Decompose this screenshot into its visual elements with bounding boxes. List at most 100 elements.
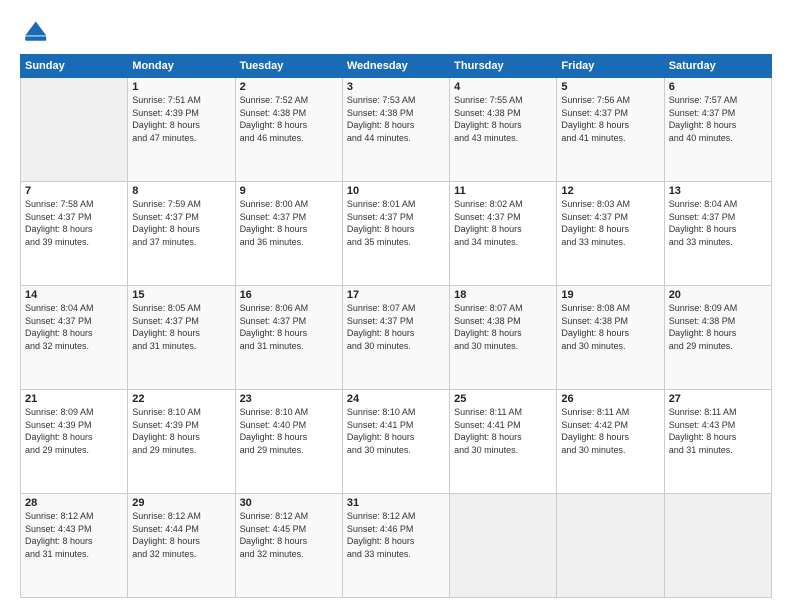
day-number: 22 [132, 393, 230, 405]
day-info: Sunrise: 8:12 AMSunset: 4:44 PMDaylight:… [132, 510, 230, 560]
day-info: Sunrise: 8:07 AMSunset: 4:38 PMDaylight:… [454, 302, 552, 352]
calendar-cell [664, 494, 771, 598]
logo [20, 18, 52, 46]
day-of-week-sunday: Sunday [21, 55, 128, 78]
day-info: Sunrise: 8:00 AMSunset: 4:37 PMDaylight:… [240, 198, 338, 248]
day-info: Sunrise: 8:12 AMSunset: 4:45 PMDaylight:… [240, 510, 338, 560]
week-row-5: 28Sunrise: 8:12 AMSunset: 4:43 PMDayligh… [21, 494, 772, 598]
day-number: 15 [132, 289, 230, 301]
day-info: Sunrise: 8:03 AMSunset: 4:37 PMDaylight:… [561, 198, 659, 248]
page: SundayMondayTuesdayWednesdayThursdayFrid… [0, 0, 792, 612]
day-info: Sunrise: 7:59 AMSunset: 4:37 PMDaylight:… [132, 198, 230, 248]
calendar-cell: 23Sunrise: 8:10 AMSunset: 4:40 PMDayligh… [235, 390, 342, 494]
calendar-cell: 6Sunrise: 7:57 AMSunset: 4:37 PMDaylight… [664, 78, 771, 182]
day-of-week-thursday: Thursday [450, 55, 557, 78]
calendar-cell: 17Sunrise: 8:07 AMSunset: 4:37 PMDayligh… [342, 286, 449, 390]
day-info: Sunrise: 8:06 AMSunset: 4:37 PMDaylight:… [240, 302, 338, 352]
day-info: Sunrise: 7:57 AMSunset: 4:37 PMDaylight:… [669, 94, 767, 144]
day-number: 26 [561, 393, 659, 405]
day-of-week-friday: Friday [557, 55, 664, 78]
day-info: Sunrise: 8:02 AMSunset: 4:37 PMDaylight:… [454, 198, 552, 248]
calendar-cell: 9Sunrise: 8:00 AMSunset: 4:37 PMDaylight… [235, 182, 342, 286]
calendar-cell: 2Sunrise: 7:52 AMSunset: 4:38 PMDaylight… [235, 78, 342, 182]
calendar-cell: 25Sunrise: 8:11 AMSunset: 4:41 PMDayligh… [450, 390, 557, 494]
day-number: 12 [561, 185, 659, 197]
day-number: 28 [25, 497, 123, 509]
calendar-cell: 30Sunrise: 8:12 AMSunset: 4:45 PMDayligh… [235, 494, 342, 598]
day-info: Sunrise: 7:56 AMSunset: 4:37 PMDaylight:… [561, 94, 659, 144]
day-number: 20 [669, 289, 767, 301]
day-info: Sunrise: 8:11 AMSunset: 4:41 PMDaylight:… [454, 406, 552, 456]
calendar-cell: 11Sunrise: 8:02 AMSunset: 4:37 PMDayligh… [450, 182, 557, 286]
calendar-cell: 18Sunrise: 8:07 AMSunset: 4:38 PMDayligh… [450, 286, 557, 390]
day-of-week-monday: Monday [128, 55, 235, 78]
day-number: 21 [25, 393, 123, 405]
calendar-cell: 20Sunrise: 8:09 AMSunset: 4:38 PMDayligh… [664, 286, 771, 390]
day-number: 31 [347, 497, 445, 509]
day-number: 19 [561, 289, 659, 301]
calendar-cell: 19Sunrise: 8:08 AMSunset: 4:38 PMDayligh… [557, 286, 664, 390]
calendar-cell: 21Sunrise: 8:09 AMSunset: 4:39 PMDayligh… [21, 390, 128, 494]
calendar-cell: 15Sunrise: 8:05 AMSunset: 4:37 PMDayligh… [128, 286, 235, 390]
week-row-3: 14Sunrise: 8:04 AMSunset: 4:37 PMDayligh… [21, 286, 772, 390]
day-info: Sunrise: 8:12 AMSunset: 4:43 PMDaylight:… [25, 510, 123, 560]
day-number: 4 [454, 81, 552, 93]
calendar-cell: 16Sunrise: 8:06 AMSunset: 4:37 PMDayligh… [235, 286, 342, 390]
calendar-cell: 24Sunrise: 8:10 AMSunset: 4:41 PMDayligh… [342, 390, 449, 494]
day-number: 24 [347, 393, 445, 405]
calendar-cell: 28Sunrise: 8:12 AMSunset: 4:43 PMDayligh… [21, 494, 128, 598]
day-info: Sunrise: 8:12 AMSunset: 4:46 PMDaylight:… [347, 510, 445, 560]
week-row-1: 1Sunrise: 7:51 AMSunset: 4:39 PMDaylight… [21, 78, 772, 182]
day-info: Sunrise: 8:11 AMSunset: 4:42 PMDaylight:… [561, 406, 659, 456]
day-number: 8 [132, 185, 230, 197]
calendar-cell: 12Sunrise: 8:03 AMSunset: 4:37 PMDayligh… [557, 182, 664, 286]
day-info: Sunrise: 7:52 AMSunset: 4:38 PMDaylight:… [240, 94, 338, 144]
day-info: Sunrise: 8:09 AMSunset: 4:39 PMDaylight:… [25, 406, 123, 456]
calendar-cell [557, 494, 664, 598]
calendar-cell: 10Sunrise: 8:01 AMSunset: 4:37 PMDayligh… [342, 182, 449, 286]
calendar-cell: 14Sunrise: 8:04 AMSunset: 4:37 PMDayligh… [21, 286, 128, 390]
days-of-week-row: SundayMondayTuesdayWednesdayThursdayFrid… [21, 55, 772, 78]
day-of-week-wednesday: Wednesday [342, 55, 449, 78]
day-number: 1 [132, 81, 230, 93]
calendar-cell: 22Sunrise: 8:10 AMSunset: 4:39 PMDayligh… [128, 390, 235, 494]
day-of-week-saturday: Saturday [664, 55, 771, 78]
day-info: Sunrise: 7:55 AMSunset: 4:38 PMDaylight:… [454, 94, 552, 144]
calendar-header: SundayMondayTuesdayWednesdayThursdayFrid… [21, 55, 772, 78]
day-number: 9 [240, 185, 338, 197]
day-of-week-tuesday: Tuesday [235, 55, 342, 78]
calendar-cell: 1Sunrise: 7:51 AMSunset: 4:39 PMDaylight… [128, 78, 235, 182]
day-info: Sunrise: 8:04 AMSunset: 4:37 PMDaylight:… [669, 198, 767, 248]
day-info: Sunrise: 8:09 AMSunset: 4:38 PMDaylight:… [669, 302, 767, 352]
calendar-cell: 31Sunrise: 8:12 AMSunset: 4:46 PMDayligh… [342, 494, 449, 598]
calendar-body: 1Sunrise: 7:51 AMSunset: 4:39 PMDaylight… [21, 78, 772, 598]
day-info: Sunrise: 8:10 AMSunset: 4:39 PMDaylight:… [132, 406, 230, 456]
calendar-cell: 4Sunrise: 7:55 AMSunset: 4:38 PMDaylight… [450, 78, 557, 182]
day-number: 3 [347, 81, 445, 93]
logo-icon [20, 18, 48, 46]
day-number: 23 [240, 393, 338, 405]
day-number: 10 [347, 185, 445, 197]
day-number: 11 [454, 185, 552, 197]
calendar-cell: 26Sunrise: 8:11 AMSunset: 4:42 PMDayligh… [557, 390, 664, 494]
day-info: Sunrise: 8:10 AMSunset: 4:40 PMDaylight:… [240, 406, 338, 456]
calendar-table: SundayMondayTuesdayWednesdayThursdayFrid… [20, 54, 772, 598]
day-number: 7 [25, 185, 123, 197]
day-info: Sunrise: 8:07 AMSunset: 4:37 PMDaylight:… [347, 302, 445, 352]
day-info: Sunrise: 8:01 AMSunset: 4:37 PMDaylight:… [347, 198, 445, 248]
day-info: Sunrise: 7:58 AMSunset: 4:37 PMDaylight:… [25, 198, 123, 248]
week-row-2: 7Sunrise: 7:58 AMSunset: 4:37 PMDaylight… [21, 182, 772, 286]
calendar-cell: 27Sunrise: 8:11 AMSunset: 4:43 PMDayligh… [664, 390, 771, 494]
calendar-cell: 29Sunrise: 8:12 AMSunset: 4:44 PMDayligh… [128, 494, 235, 598]
day-info: Sunrise: 8:08 AMSunset: 4:38 PMDaylight:… [561, 302, 659, 352]
day-number: 2 [240, 81, 338, 93]
day-number: 13 [669, 185, 767, 197]
calendar-cell [21, 78, 128, 182]
day-info: Sunrise: 8:04 AMSunset: 4:37 PMDaylight:… [25, 302, 123, 352]
calendar-cell: 13Sunrise: 8:04 AMSunset: 4:37 PMDayligh… [664, 182, 771, 286]
day-number: 18 [454, 289, 552, 301]
day-number: 14 [25, 289, 123, 301]
calendar-cell: 5Sunrise: 7:56 AMSunset: 4:37 PMDaylight… [557, 78, 664, 182]
day-info: Sunrise: 7:53 AMSunset: 4:38 PMDaylight:… [347, 94, 445, 144]
week-row-4: 21Sunrise: 8:09 AMSunset: 4:39 PMDayligh… [21, 390, 772, 494]
